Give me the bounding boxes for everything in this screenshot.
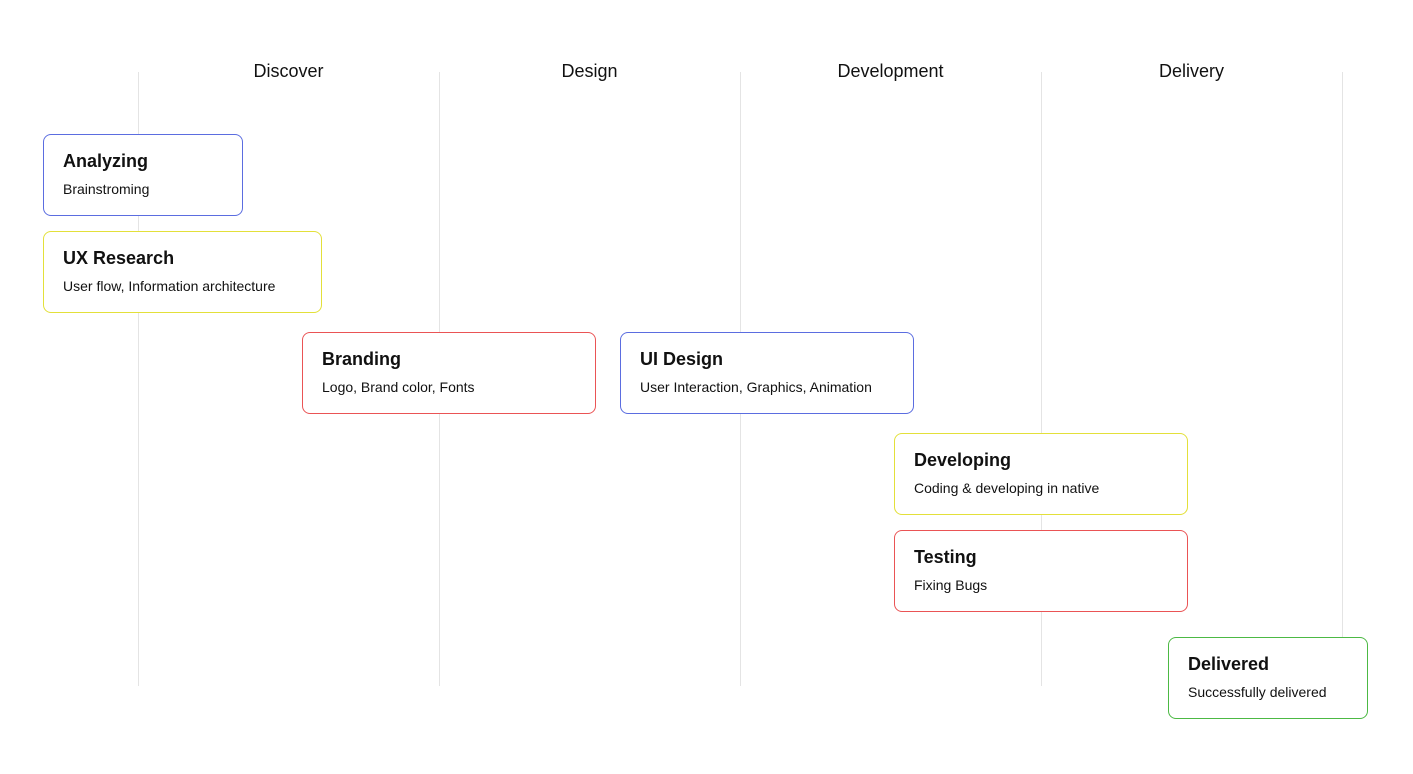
task-title: UI Design: [640, 349, 724, 369]
task-title: Testing: [914, 547, 977, 567]
task-title: Analyzing: [63, 151, 149, 171]
phase-header-discover: Discover: [253, 61, 324, 81]
task-title: UX Research: [63, 248, 175, 268]
task-subtitle: Coding & developing in native: [914, 480, 1100, 496]
task-subtitle: User Interaction, Graphics, Animation: [640, 379, 872, 395]
task-title: Delivered: [1188, 654, 1270, 674]
task-subtitle: Successfully delivered: [1188, 684, 1327, 700]
task-card-analyzing[interactable]: Analyzing Brainstroming: [43, 134, 243, 216]
phase-header-design: Design: [561, 61, 618, 81]
task-card-ui-design[interactable]: UI Design User Interaction, Graphics, An…: [620, 332, 914, 414]
task-card-delivered[interactable]: Delivered Successfully delivered: [1168, 637, 1368, 719]
task-subtitle: Brainstroming: [63, 181, 150, 197]
task-title: Developing: [914, 450, 1012, 470]
phase-header-delivery: Delivery: [1158, 61, 1224, 81]
task-subtitle: User flow, Information architecture: [63, 278, 276, 294]
task-card-testing[interactable]: Testing Fixing Bugs: [894, 530, 1188, 612]
task-card-branding[interactable]: Branding Logo, Brand color, Fonts: [302, 332, 596, 414]
column-divider: [1342, 72, 1343, 686]
task-card-ux-research[interactable]: UX Research User flow, Information archi…: [43, 231, 322, 313]
task-card-developing[interactable]: Developing Coding & developing in native: [894, 433, 1188, 515]
task-title: Branding: [322, 349, 401, 369]
task-subtitle: Logo, Brand color, Fonts: [322, 379, 475, 395]
task-subtitle: Fixing Bugs: [914, 577, 988, 593]
phase-header-development: Development: [837, 61, 944, 81]
